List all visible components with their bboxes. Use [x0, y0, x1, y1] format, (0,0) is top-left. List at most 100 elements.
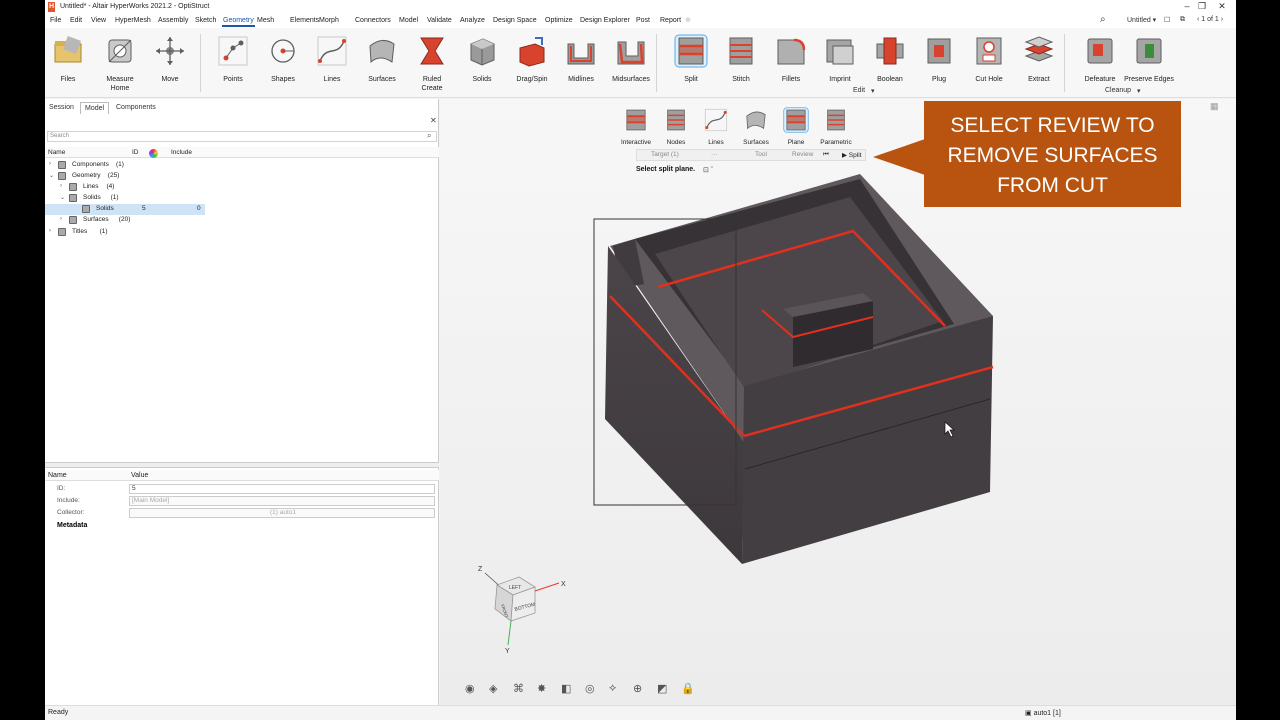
defeature-tool[interactable]: Defeature [1074, 32, 1126, 84]
col-id[interactable]: ID [132, 149, 139, 156]
expand-icon[interactable]: › [60, 183, 62, 189]
fillets-tool[interactable]: Fillets [765, 32, 817, 84]
menu-assembly[interactable]: Assembly [158, 17, 188, 24]
menu-analyze[interactable]: Analyze [460, 17, 485, 24]
window-icon[interactable]: ☐ [1164, 16, 1170, 24]
menu-design-space[interactable]: Design Space [493, 17, 537, 24]
tree-row[interactable]: ⌄ Geometry (25) [45, 171, 439, 182]
include-select[interactable]: [Main Model] [129, 496, 435, 506]
menu-validate[interactable]: Validate [427, 17, 452, 24]
plug-tool[interactable]: Plug [913, 32, 965, 84]
chevron-down-icon[interactable]: ▾ [1137, 87, 1141, 95]
boolean-tool[interactable]: Boolean [864, 32, 916, 84]
menu-report[interactable]: Report [660, 17, 681, 24]
measure-tool[interactable]: Measure Home [94, 32, 146, 93]
surfaces-tool[interactable]: Surfaces [356, 32, 408, 84]
restore-icon[interactable]: ❐ [1195, 1, 1209, 12]
menu-model[interactable]: Model [399, 17, 418, 24]
preserve-edges-tool[interactable]: Preserve Edges [1123, 32, 1175, 84]
menu-sketch[interactable]: Sketch [195, 17, 216, 24]
midsurfaces-tool[interactable]: Midsurfaces [605, 32, 657, 84]
menu-post[interactable]: Post [636, 17, 650, 24]
orient-icon[interactable]: ⌘ [513, 682, 524, 695]
group-label-cleanup[interactable]: Cleanup [1105, 87, 1131, 94]
files-tool[interactable]: Files [45, 32, 94, 84]
cut-hole-tool[interactable]: Cut Hole [963, 32, 1015, 84]
chevron-down-icon[interactable]: ▾ [871, 87, 875, 95]
expand-icon[interactable]: › [49, 228, 51, 234]
expand-icon[interactable]: › [49, 161, 51, 167]
menu-geometry[interactable]: Geometry [222, 17, 255, 27]
menu-view[interactable]: View [91, 17, 106, 24]
collector-field[interactable]: (1) auto1 [129, 508, 435, 518]
imprint-tool[interactable]: Imprint [814, 32, 866, 84]
col-name[interactable]: Name [48, 149, 65, 156]
color-icon[interactable]: ◎ [585, 682, 595, 695]
session-dropdown[interactable]: Untitled ▾ [1127, 16, 1156, 24]
menu-elements[interactable]: Elements [290, 17, 319, 24]
drag-spin-tool[interactable]: Drag/Spin [506, 32, 558, 84]
move-tool[interactable]: Move [144, 32, 196, 84]
menu-file[interactable]: File [50, 17, 61, 24]
zoom-icon[interactable]: ⊕ [633, 682, 642, 695]
group-label-edit[interactable]: Edit [853, 87, 865, 94]
menu-morph[interactable]: Morph [319, 17, 339, 24]
tree-row[interactable]: › Components (1) [45, 160, 439, 171]
tree-row[interactable]: › Lines (4) [45, 182, 439, 193]
menu-edit[interactable]: Edit [70, 17, 82, 24]
col-include[interactable]: Include [171, 149, 192, 156]
tab-components[interactable]: Components [112, 102, 160, 114]
lock-icon[interactable]: 🔒 [681, 682, 695, 695]
ruled-tool[interactable]: Ruled Create [406, 32, 458, 93]
expand-icon[interactable]: › [60, 216, 62, 222]
split-tool-lines[interactable]: Lines [696, 105, 736, 146]
menu-optimize[interactable]: Optimize [545, 17, 573, 24]
tree-row[interactable]: ⌄ Solids (1) [45, 193, 439, 204]
points-tool[interactable]: Points [207, 32, 259, 84]
search-icon[interactable]: ⌕ [1100, 14, 1106, 25]
menu-design-explorer[interactable]: Design Explorer [580, 17, 630, 24]
split-tool-plane[interactable]: Plane [776, 105, 816, 146]
display-icon[interactable]: ◩ [657, 682, 667, 695]
shapes-tool[interactable]: Shapes [257, 32, 309, 84]
split-tool-parametric[interactable]: Parametric [816, 105, 856, 146]
graphics-viewport[interactable]: Target (1) ··· Tool Review ⏮ ▶ Split Sel… [440, 99, 1236, 705]
minimize-icon[interactable]: – [1180, 1, 1194, 11]
close-icon[interactable]: ✕ [1215, 1, 1229, 12]
search-icon[interactable]: ⌕ [427, 131, 431, 141]
split-tool-interactive[interactable]: Interactive [616, 105, 656, 146]
split-tool-nodes[interactable]: Nodes [656, 105, 696, 146]
solids-tool[interactable]: Solids [456, 32, 508, 84]
menu-hypermesh[interactable]: HyperMesh [115, 17, 151, 24]
menu-connectors[interactable]: Connectors [355, 17, 391, 24]
section-icon[interactable]: ◧ [561, 682, 571, 695]
axes-icon[interactable]: ⟡ [609, 682, 616, 695]
panel-splitter[interactable] [45, 462, 439, 468]
split-tool-surfaces[interactable]: Surfaces [736, 105, 776, 146]
close-panel-icon[interactable]: ✕ [430, 116, 437, 125]
view-icon[interactable]: ◈ [489, 682, 497, 695]
menu-mesh[interactable]: Mesh [257, 17, 274, 24]
midlines-tool[interactable]: Midlines [555, 32, 607, 84]
color-wheel-icon[interactable] [149, 149, 158, 158]
search-input[interactable]: Search [47, 131, 437, 142]
lines-tool[interactable]: Lines [306, 32, 358, 84]
tab-session[interactable]: Session [45, 102, 78, 114]
extract-tool[interactable]: Extract [1013, 32, 1065, 84]
add-ribbon-icon[interactable]: ⊕ [685, 16, 691, 24]
id-field[interactable]: 5 [129, 484, 435, 494]
page-icon[interactable]: ⧉ [1180, 16, 1185, 24]
tree-row[interactable]: Solids 5 0 [45, 204, 205, 215]
current-component[interactable]: ▣ auto1 [1] [1025, 709, 1061, 717]
tab-model[interactable]: Model [80, 102, 110, 114]
expand-icon[interactable]: ⌄ [49, 172, 54, 179]
split-tool[interactable]: Split [665, 32, 717, 84]
view-cube[interactable]: Z X Y LEFT FRONT BOTTOM [475, 561, 585, 657]
tree-row[interactable]: › Surfaces (20) [45, 215, 439, 226]
stitch-tool[interactable]: Stitch [715, 32, 767, 84]
layout-icon[interactable]: ▦ [1210, 101, 1219, 112]
tree-row[interactable]: › Titles (1) [45, 227, 439, 238]
clip-icon[interactable]: ✸ [537, 682, 546, 695]
expand-icon[interactable]: ⌄ [60, 194, 65, 201]
visualization-icon[interactable]: ◉ [465, 682, 475, 695]
